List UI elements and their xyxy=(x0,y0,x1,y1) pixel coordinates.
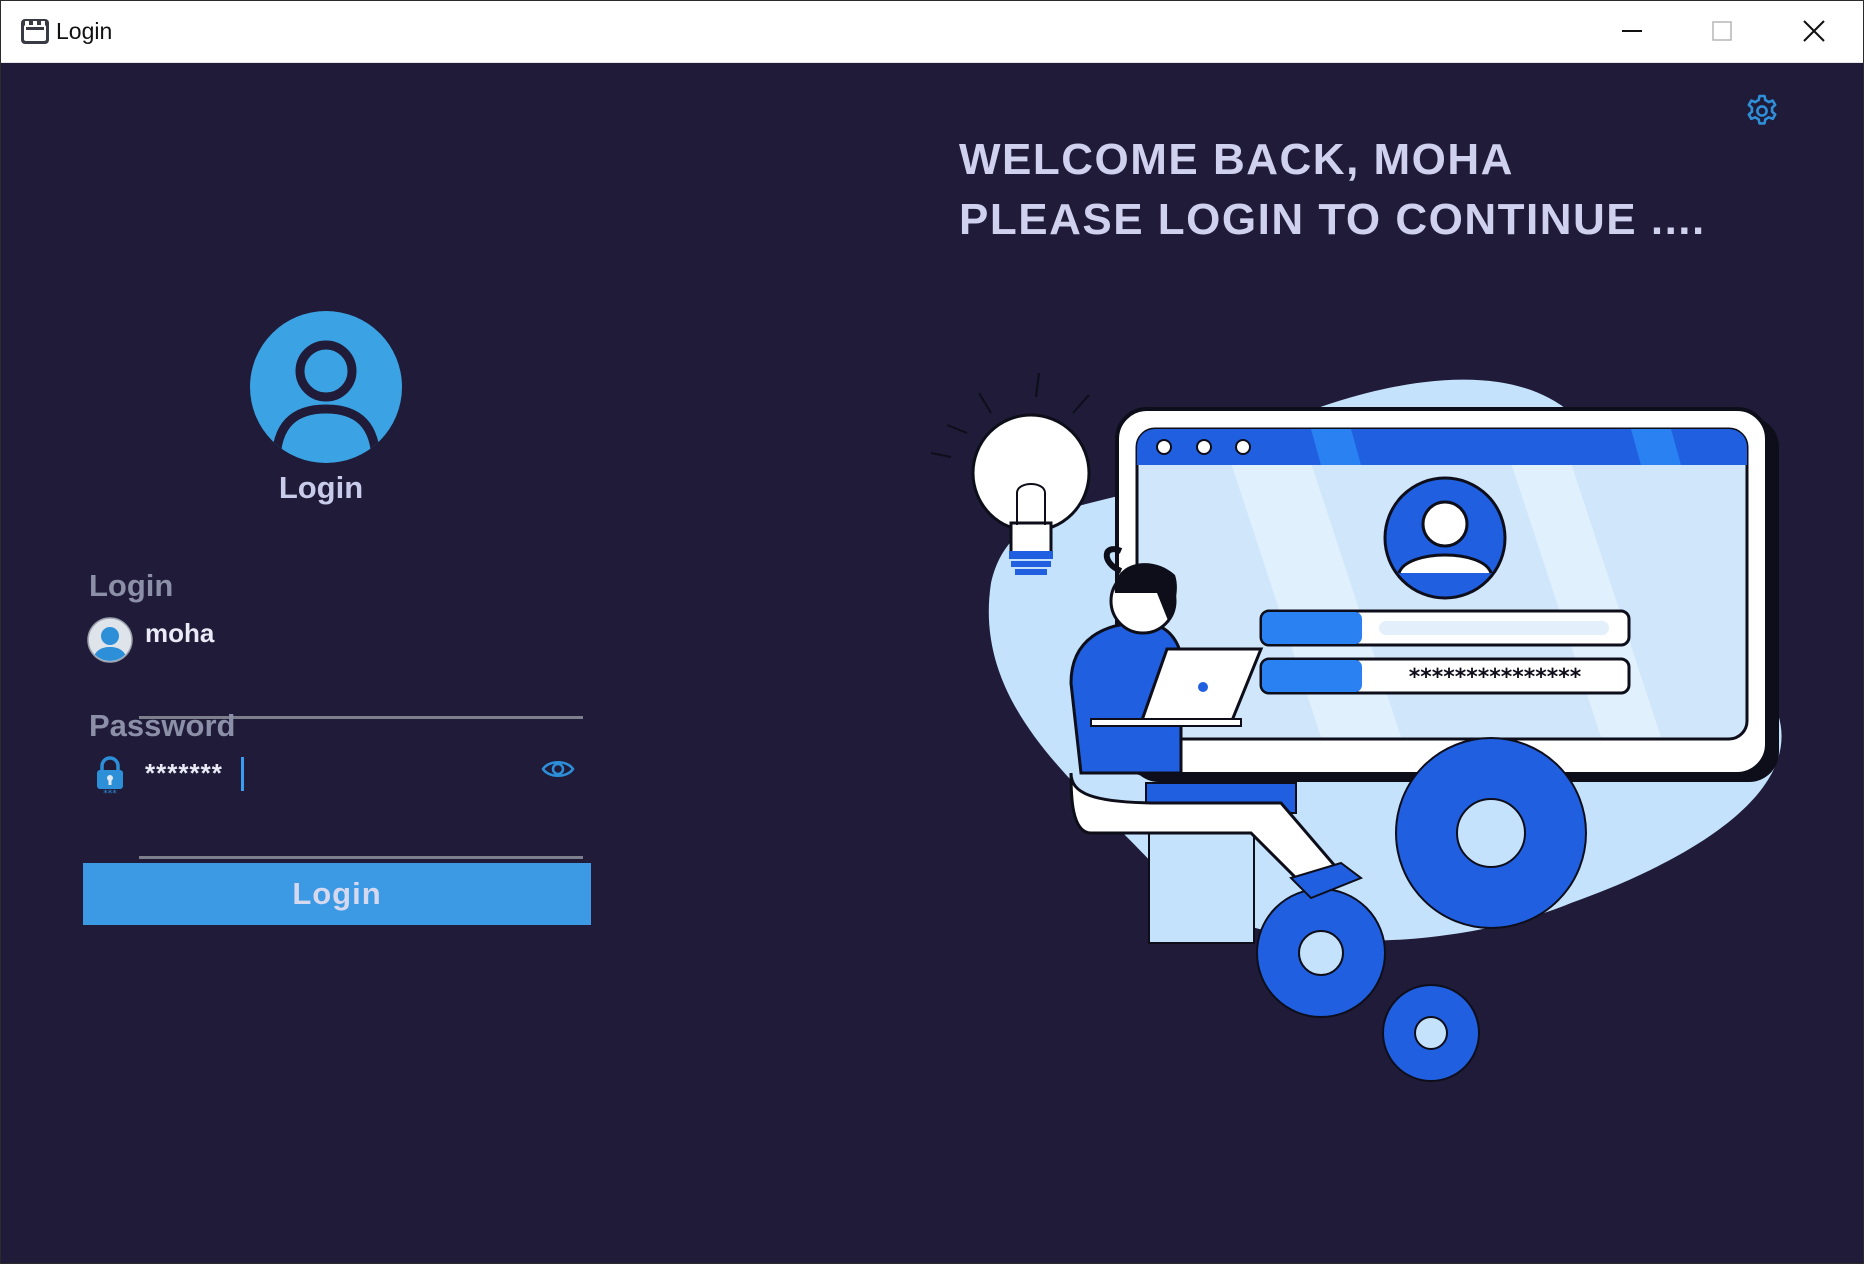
maximize-icon xyxy=(1712,21,1732,41)
minimize-icon xyxy=(1622,30,1642,32)
main-content: WELCOME BACK, MOHA PLEASE LOGIN TO CONTI… xyxy=(1,63,1863,1263)
login-illustration: *************** xyxy=(931,372,1782,1082)
login-label: Login xyxy=(89,568,174,603)
password-label: Password xyxy=(89,708,236,743)
password-input[interactable]: ******* xyxy=(145,758,223,789)
avatar-caption: Login xyxy=(278,470,364,505)
title-bar: Login xyxy=(1,1,1863,63)
settings-gear-icon[interactable] xyxy=(1744,93,1780,129)
close-icon xyxy=(1803,20,1825,42)
welcome-line-2: PLEASE LOGIN TO CONTINUE .... xyxy=(959,195,1706,244)
user-icon xyxy=(87,617,133,663)
maximize-button[interactable] xyxy=(1677,1,1767,61)
window-title: Login xyxy=(56,18,113,44)
close-button[interactable] xyxy=(1769,1,1859,61)
welcome-heading: WELCOME BACK, MOHA PLEASE LOGIN TO CONTI… xyxy=(959,130,1706,250)
text-caret xyxy=(241,757,244,791)
login-window: Login WELCOME BACK, MOHA PLEASE LOGIN TO… xyxy=(0,0,1864,1264)
user-avatar-icon xyxy=(250,311,402,463)
minimize-button[interactable] xyxy=(1587,1,1677,61)
login-input[interactable]: moha xyxy=(145,618,214,649)
welcome-line-1: WELCOME BACK, MOHA xyxy=(959,135,1514,184)
app-icon xyxy=(21,19,49,44)
password-input-underline xyxy=(139,856,583,859)
lock-icon: *** xyxy=(97,756,123,797)
eye-icon[interactable] xyxy=(541,757,575,781)
svg-text:***: *** xyxy=(103,789,117,797)
login-button[interactable]: Login xyxy=(83,863,591,925)
illustration-password-mask: *************** xyxy=(1409,665,1582,690)
